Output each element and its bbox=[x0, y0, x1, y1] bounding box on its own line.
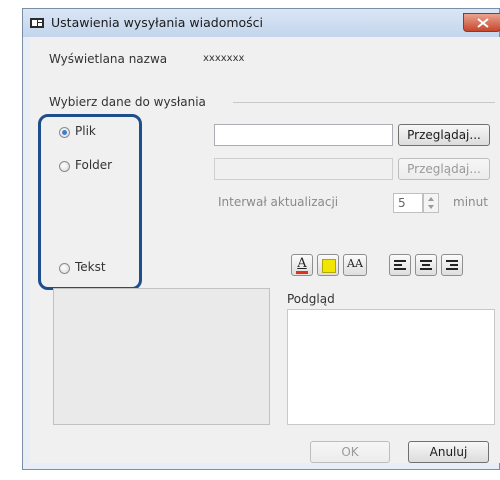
align-left-icon bbox=[394, 260, 406, 270]
font-color-underline bbox=[296, 271, 308, 274]
app-icon bbox=[30, 18, 44, 28]
align-center-icon bbox=[420, 260, 432, 270]
align-left-button[interactable] bbox=[389, 254, 411, 276]
radio-group-highlight bbox=[38, 114, 142, 290]
close-icon bbox=[477, 18, 489, 28]
align-right-icon bbox=[446, 260, 458, 270]
font-color-glyph: A bbox=[297, 256, 307, 271]
align-right-button[interactable] bbox=[441, 254, 463, 276]
background-color-swatch bbox=[322, 259, 336, 273]
cancel-button[interactable]: Anuluj bbox=[408, 441, 489, 463]
interval-unit: minut bbox=[453, 195, 488, 209]
text-input-area[interactable] bbox=[53, 288, 270, 425]
align-center-button[interactable] bbox=[415, 254, 437, 276]
browse-folder-button[interactable]: Przeglądaj... bbox=[398, 158, 490, 180]
interval-label: Interwał aktualizacji bbox=[218, 195, 339, 209]
font-color-button[interactable]: A bbox=[291, 254, 313, 276]
display-name-value: xxxxxxx bbox=[203, 53, 245, 64]
file-path-input[interactable] bbox=[214, 124, 393, 146]
font-size-glyph: AA bbox=[347, 257, 363, 270]
interval-spin-arrows[interactable] bbox=[423, 193, 439, 213]
preview-label: Podgląd bbox=[287, 292, 335, 306]
interval-value[interactable]: 5 bbox=[393, 193, 423, 213]
font-size-button[interactable]: AA bbox=[343, 254, 367, 276]
background-color-button[interactable] bbox=[317, 254, 339, 276]
folder-path-input[interactable] bbox=[214, 158, 393, 180]
preview-area bbox=[287, 309, 495, 425]
display-name-label: Wyświetlana nazwa bbox=[49, 52, 168, 66]
interval-stepper[interactable]: 5 bbox=[393, 193, 445, 213]
spin-down-icon[interactable] bbox=[428, 205, 434, 209]
ok-button[interactable]: OK bbox=[310, 441, 390, 463]
browse-file-button[interactable]: Przeglądaj... bbox=[398, 124, 490, 146]
spin-up-icon[interactable] bbox=[428, 197, 434, 201]
select-data-group-label: Wybierz dane do wysłania bbox=[49, 95, 206, 109]
close-button[interactable] bbox=[463, 13, 500, 32]
window-title: Ustawienia wysyłania wiadomości bbox=[51, 15, 264, 30]
title-bar[interactable]: Ustawienia wysyłania wiadomości bbox=[23, 9, 500, 37]
group-divider bbox=[233, 102, 495, 103]
